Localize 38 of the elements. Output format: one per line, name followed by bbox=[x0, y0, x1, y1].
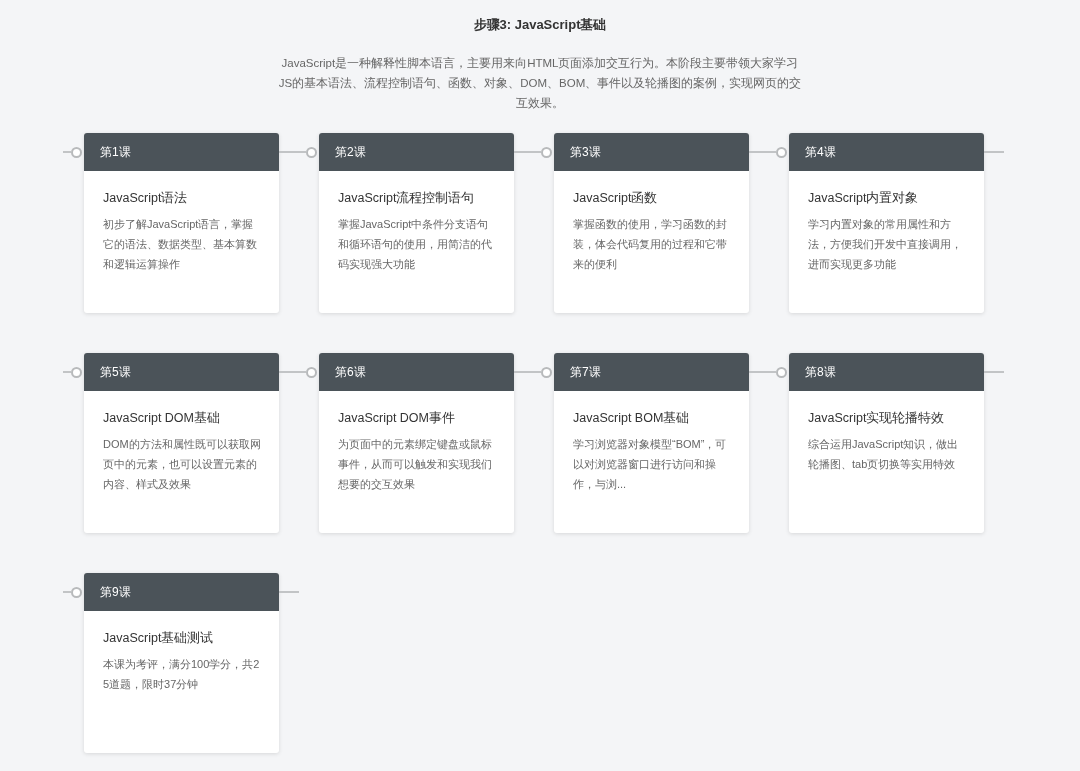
lesson-title: JavaScript DOM基础 bbox=[103, 410, 221, 427]
lesson-description: 学习浏览器对象模型“BOM”，可以对浏览器窗口进行访问和操作，与浏... bbox=[573, 437, 728, 492]
lesson-card[interactable]: 第4课 JavaScript内置对象 学习内置对象的常用属性和方法，方便我们开发中直接调用，进而实现更多功能 bbox=[789, 133, 984, 313]
lesson-card[interactable]: 第7课 JavaScript BOM基础 学习浏览器对象模型“BOM”，可以对浏览器窗口进行访问和操作，与浏... bbox=[554, 353, 749, 533]
lesson-description: 初步了解JavaScript语言，掌握它的语法、数据类型、基本算数和逻辑运算操作 bbox=[103, 217, 258, 272]
lesson-card[interactable]: 第6课 JavaScript DOM事件 为页面中的元素绑定键盘或鼠标事件，从而可以触发和实现我们想要的交互效果 bbox=[319, 353, 514, 533]
lesson-header: 第9课 bbox=[84, 573, 279, 611]
lesson-header: 第7课 bbox=[554, 353, 749, 391]
lesson-header: 第6课 bbox=[319, 353, 514, 391]
lesson-description: 综合运用JavaScript知识，做出轮播图、tab页切换等实用特效 bbox=[808, 437, 960, 472]
lesson-header: 第1课 bbox=[84, 133, 279, 171]
lesson-card[interactable]: 第5课 JavaScript DOM基础 DOM的方法和属性既可以获取网页中的元素，也可以设置元素的内容、样式及效果 bbox=[84, 353, 279, 533]
lesson-title: JavaScript BOM基础 bbox=[573, 410, 691, 427]
lesson-card[interactable]: 第9课 JavaScript基础测试 本课为考评，满分100学分，共25道题，限时37分钟 bbox=[84, 573, 279, 753]
lesson-description: 为页面中的元素绑定键盘或鼠标事件，从而可以触发和实现我们想要的交互效果 bbox=[338, 437, 493, 492]
lesson-header: 第3课 bbox=[554, 133, 749, 171]
lesson-header: 第2课 bbox=[319, 133, 514, 171]
lesson-description: 掌握函数的使用，学习函数的封装，体会代码复用的过程和它带来的便利 bbox=[573, 217, 728, 272]
lesson-card[interactable]: 第2课 JavaScript流程控制语句 掌握JavaScript中条件分支语句和循环语句的使用，用简洁的代码实现强大功能 bbox=[319, 133, 514, 313]
lesson-description: 本课为考评，满分100学分，共25道题，限时37分钟 bbox=[103, 657, 261, 692]
lesson-title: JavaScript语法 bbox=[103, 190, 189, 207]
lesson-card[interactable]: 第8课 JavaScript实现轮播特效 综合运用JavaScript知识，做出轮播图、tab页切换等实用特效 bbox=[789, 353, 984, 533]
lesson-title: JavaScript实现轮播特效 bbox=[808, 410, 946, 427]
lesson-card[interactable]: 第1课 JavaScript语法 初步了解JavaScript语言，掌握它的语法、数据类型、基本算数和逻辑运算操作 bbox=[84, 133, 279, 313]
lesson-description: DOM的方法和属性既可以获取网页中的元素，也可以设置元素的内容、样式及效果 bbox=[103, 437, 261, 492]
step-description: JavaScript是一种解释性脚本语言，主要用来向HTML页面添加交互行为。本阶段主要带领大家学习JS的基本语法、流程控制语句、函数、对象、DOM、BOM、事件以及轮播图的案例，实现网页的交互效果。 bbox=[277, 56, 803, 111]
lesson-title: JavaScript基础测试 bbox=[103, 630, 215, 647]
lesson-header: 第4课 bbox=[789, 133, 984, 171]
step-title: 步骤3: JavaScript基础 bbox=[473, 16, 607, 34]
lesson-title: JavaScript DOM事件 bbox=[338, 410, 456, 427]
lesson-description: 掌握JavaScript中条件分支语句和循环语句的使用，用简洁的代码实现强大功能 bbox=[338, 217, 493, 272]
lesson-card[interactable]: 第3课 JavaScript函数 掌握函数的使用，学习函数的封装，体会代码复用的过程和它带来的便利 bbox=[554, 133, 749, 313]
lesson-title: JavaScript函数 bbox=[573, 190, 659, 207]
lesson-title: JavaScript内置对象 bbox=[808, 190, 920, 207]
lesson-description: 学习内置对象的常用属性和方法，方便我们开发中直接调用，进而实现更多功能 bbox=[808, 217, 963, 272]
lesson-header: 第8课 bbox=[789, 353, 984, 391]
lesson-header: 第5课 bbox=[84, 353, 279, 391]
lesson-title: JavaScript流程控制语句 bbox=[338, 190, 476, 207]
